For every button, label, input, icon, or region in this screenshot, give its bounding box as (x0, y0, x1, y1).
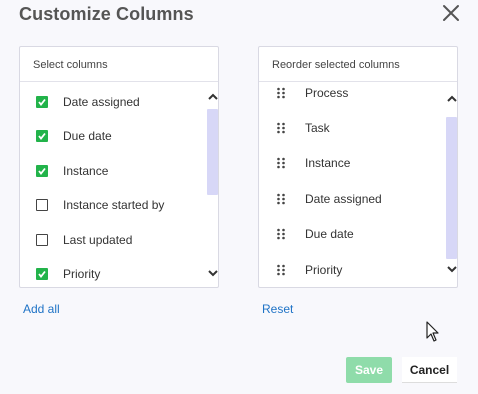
column-option[interactable]: Instance started by (20, 188, 205, 222)
reorder-item-label: Process (305, 86, 349, 100)
cancel-button[interactable]: Cancel (402, 357, 457, 383)
scroll-thumb[interactable] (207, 109, 218, 195)
scroll-thumb[interactable] (446, 117, 457, 259)
drag-handle-icon[interactable] (276, 157, 286, 169)
column-option[interactable]: Priority (20, 257, 205, 287)
reset-link[interactable]: Reset (262, 302, 293, 316)
save-button[interactable]: Save (346, 357, 392, 383)
checkmark-icon (38, 167, 46, 175)
checkbox-checked[interactable] (36, 130, 48, 142)
reorder-item-label: Instance (305, 156, 351, 170)
reorder-item-label: Priority (305, 263, 343, 277)
column-option-label: Last updated (63, 233, 133, 247)
column-option-label: Priority (63, 267, 101, 281)
checkmark-icon (38, 270, 46, 278)
chevron-down-icon[interactable] (446, 263, 457, 275)
checkmark-icon (38, 132, 46, 140)
dialog-title: Customize Columns (19, 4, 194, 24)
close-icon[interactable] (440, 2, 462, 24)
checkbox-unchecked[interactable] (36, 199, 48, 211)
reorder-item[interactable]: Instance (259, 146, 444, 180)
column-option[interactable]: Last updated (20, 223, 205, 257)
reorder-item[interactable]: Date assigned (259, 182, 444, 216)
column-option-label: Instance started by (63, 198, 165, 212)
chevron-down-icon[interactable] (207, 267, 218, 279)
reorder-columns-panel: Reorder selected columns Process Task Inst… (258, 46, 458, 288)
checkbox-unchecked[interactable] (36, 234, 48, 246)
column-option-label: Date assigned (63, 95, 140, 109)
column-option-label: Due date (63, 129, 112, 143)
add-all-link[interactable]: Add all (23, 302, 60, 316)
select-columns-panel: Select columns Date assigned Due date Inst… (19, 46, 219, 288)
column-option[interactable]: Due date (20, 119, 205, 153)
column-option[interactable]: Instance (20, 154, 205, 188)
chevron-up-icon[interactable] (207, 91, 218, 103)
column-option-label: Instance (63, 164, 109, 178)
checkbox-checked[interactable] (36, 165, 48, 177)
reorder-item-label: Date assigned (305, 192, 382, 206)
checkmark-icon (38, 98, 46, 106)
drag-handle-icon[interactable] (276, 87, 286, 99)
mouse-pointer-icon (426, 321, 440, 343)
drag-handle-icon[interactable] (276, 228, 286, 240)
select-columns-header: Select columns (20, 47, 218, 82)
reorder-item-label: Task (305, 121, 330, 135)
column-option[interactable]: Date assigned (20, 85, 205, 119)
reorder-item[interactable]: Priority (259, 253, 444, 287)
reorder-columns-scrollbar[interactable] (445, 83, 457, 287)
chevron-up-icon[interactable] (446, 93, 457, 105)
drag-handle-icon[interactable] (276, 193, 286, 205)
reorder-item[interactable]: Due date (259, 217, 444, 251)
select-columns-scrollbar[interactable] (206, 83, 218, 287)
reorder-item[interactable]: Task (259, 111, 444, 145)
checkbox-checked[interactable] (36, 268, 48, 280)
reorder-item[interactable]: Process (259, 76, 444, 110)
drag-handle-icon[interactable] (276, 264, 286, 276)
drag-handle-icon[interactable] (276, 122, 286, 134)
checkbox-checked[interactable] (36, 96, 48, 108)
customize-columns-dialog: Customize Columns Select columns Date as… (0, 0, 478, 394)
reorder-item-label: Due date (305, 227, 354, 241)
